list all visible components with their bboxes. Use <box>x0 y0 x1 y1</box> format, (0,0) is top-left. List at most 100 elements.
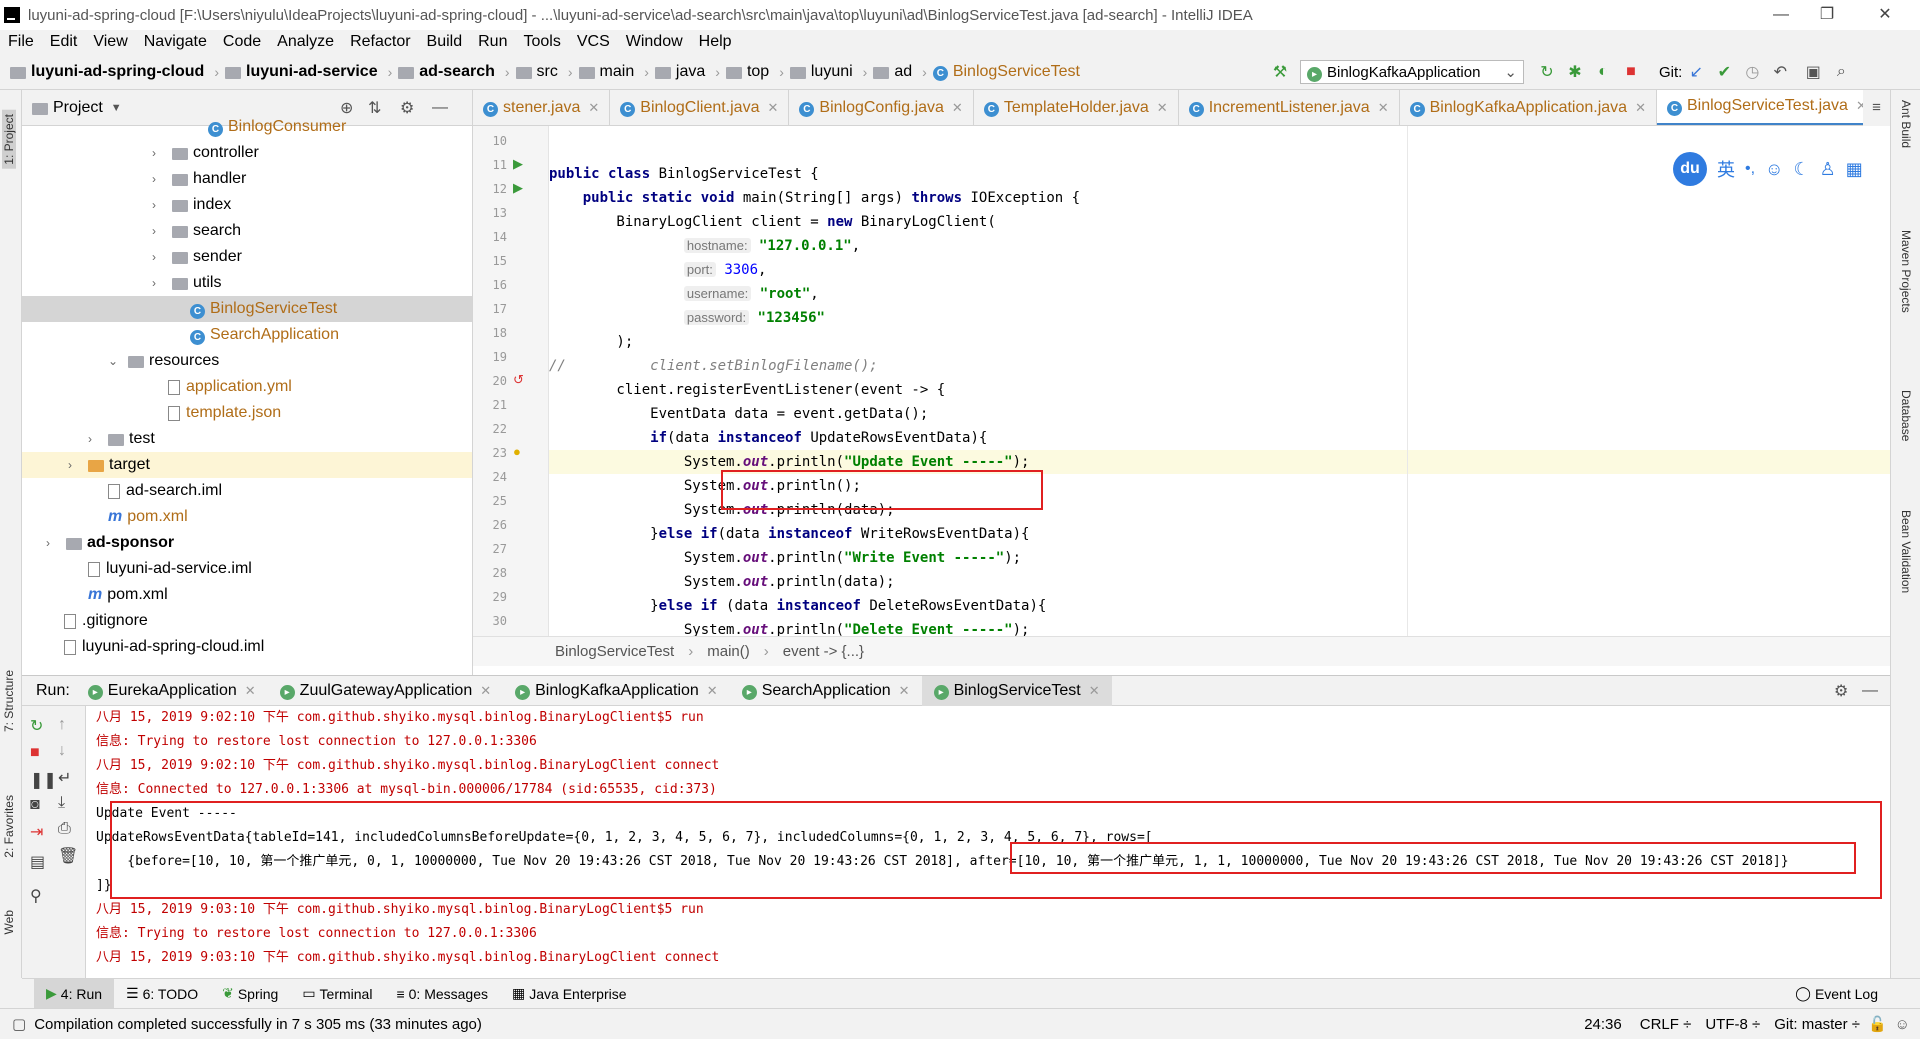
tree-item[interactable]: › utils <box>22 270 472 296</box>
close-tab-icon[interactable]: ✕ <box>1635 100 1646 116</box>
trash-icon[interactable]: 🗑 <box>58 846 78 866</box>
run-tab[interactable]: ▸ BinlogServiceTest ✕ <box>921 675 1112 706</box>
pin-icon[interactable]: ⚲ <box>30 886 42 906</box>
pause-icon[interactable]: ❚❚ <box>30 770 57 790</box>
crumb-ad[interactable]: ad <box>873 63 912 81</box>
tool-tab-project[interactable]: 1: Project <box>2 110 16 169</box>
tree-item[interactable]: m pom.xml <box>22 582 472 608</box>
lock-icon[interactable]: 🔓 <box>1868 1015 1887 1033</box>
lambda-gutter-icon[interactable]: ↺ <box>513 372 524 388</box>
run-config-select[interactable]: ▸ BinlogKafkaApplication ⌄ <box>1300 60 1524 84</box>
menu-edit[interactable]: Edit <box>42 33 86 51</box>
intention-bulb-icon[interactable]: ● <box>513 444 521 459</box>
ime-punct-icon[interactable]: •, <box>1745 160 1755 178</box>
tree-item[interactable]: m pom.xml <box>22 504 472 530</box>
tree-item[interactable]: .gitignore <box>22 608 472 634</box>
file-encoding[interactable]: UTF-8 ÷ <box>1705 1016 1760 1033</box>
menu-file[interactable]: File <box>0 33 42 51</box>
menu-refactor[interactable]: Refactor <box>342 33 418 51</box>
tree-item[interactable]: › test <box>22 426 472 452</box>
close-tab-icon[interactable]: ✕ <box>707 683 718 699</box>
exit-icon[interactable]: ⇥ <box>30 822 43 842</box>
crumb-file[interactable]: C BinlogServiceTest <box>932 63 1080 81</box>
tree-item[interactable]: C BinlogConsumer <box>22 114 472 140</box>
run-tab[interactable]: ▸ ZuulGatewayApplication ✕ <box>268 676 503 706</box>
tool-tab-event-log[interactable]: ◯ Event Log <box>1783 979 1890 1009</box>
menu-analyze[interactable]: Analyze <box>269 33 342 51</box>
ime-lang-toggle[interactable]: 英 <box>1717 156 1735 182</box>
debug-bug-icon[interactable]: ✱ <box>1564 61 1586 83</box>
menu-vcs[interactable]: VCS <box>569 33 618 51</box>
tool-tab-structure[interactable]: 7: Structure <box>2 670 16 732</box>
search-icon[interactable]: ⌕ <box>1830 61 1852 83</box>
scroll-to-end-icon[interactable]: ⤓ <box>58 794 65 812</box>
tree-item[interactable]: C BinlogServiceTest <box>22 296 472 322</box>
up-arrow-icon[interactable]: ↑ <box>58 716 66 734</box>
chevron-down-icon[interactable]: ▼ <box>111 102 122 114</box>
tree-expand-icon[interactable]: › <box>46 530 62 556</box>
tool-tab-web[interactable]: Web <box>2 910 16 934</box>
git-revert-icon[interactable]: ↶ <box>1769 61 1791 83</box>
tree-item[interactable]: › index <box>22 192 472 218</box>
tree-expand-icon[interactable]: › <box>152 192 168 218</box>
run-tab[interactable]: ▸ BinlogKafkaApplication ✕ <box>503 676 730 706</box>
layout-icon[interactable]: ▤ <box>30 852 45 872</box>
editor-tab[interactable]: C BinlogConfig.java ✕ <box>789 90 974 125</box>
camera-icon[interactable]: ◙ <box>30 796 40 814</box>
editor-tab[interactable]: C TemplateHolder.java ✕ <box>974 90 1179 125</box>
editor-crumb-method[interactable]: main() <box>707 643 750 660</box>
run-gutter-icon[interactable]: ▶ <box>513 180 523 196</box>
tree-item[interactable]: › search <box>22 218 472 244</box>
close-tab-icon[interactable]: ✕ <box>588 100 599 116</box>
tree-expand-icon[interactable]: › <box>68 452 84 478</box>
menu-tools[interactable]: Tools <box>515 33 568 51</box>
minimize-button[interactable]: — <box>1758 0 1804 30</box>
close-tab-icon[interactable]: ✕ <box>1089 683 1100 699</box>
tool-tab-bean-validation[interactable]: Bean Validation <box>1899 510 1913 593</box>
close-tab-icon[interactable]: ✕ <box>1378 100 1389 116</box>
editor-tab[interactable]: C BinlogClient.java ✕ <box>610 90 790 125</box>
tree-item[interactable]: › handler <box>22 166 472 192</box>
tree-item[interactable]: › target <box>22 452 472 478</box>
rerun-icon[interactable]: ↻ <box>1536 61 1558 83</box>
tool-tab-maven[interactable]: Maven Projects <box>1899 230 1913 313</box>
editor-crumb-class[interactable]: BinlogServiceTest <box>555 643 674 660</box>
menu-window[interactable]: Window <box>618 33 691 51</box>
run-tab[interactable]: ▸ EurekaApplication ✕ <box>76 676 268 706</box>
status-toggle-icon[interactable]: ▢ <box>12 1015 26 1033</box>
tool-tab-todo[interactable]: ☰ 6: TODO <box>114 979 210 1009</box>
crumb-top[interactable]: top <box>725 63 769 81</box>
coverage-icon[interactable]: ◐ <box>1592 61 1614 83</box>
git-history-icon[interactable]: ◷ <box>1741 61 1763 83</box>
run-settings-gear-icon[interactable]: ⚙ <box>1834 681 1848 701</box>
menu-run[interactable]: Run <box>470 33 515 51</box>
menu-build[interactable]: Build <box>419 33 471 51</box>
git-commit-icon[interactable]: ✔ <box>1713 61 1735 83</box>
ime-du-icon[interactable]: du <box>1673 152 1707 186</box>
tree-item[interactable]: › ad-sponsor <box>22 530 472 556</box>
menu-view[interactable]: View <box>85 33 135 51</box>
ime-moon-icon[interactable]: ☾ <box>1793 159 1809 180</box>
run-hide-icon[interactable]: — <box>1862 682 1878 700</box>
tree-expand-icon[interactable]: ⌄ <box>108 348 124 374</box>
stop-icon[interactable]: ■ <box>1620 61 1642 83</box>
tree-expand-icon[interactable]: › <box>152 270 168 296</box>
editor-tab[interactable]: Cstener.java ✕ <box>473 90 611 125</box>
down-arrow-icon[interactable]: ↓ <box>58 742 66 760</box>
close-tab-icon[interactable]: ✕ <box>245 683 256 699</box>
git-branch[interactable]: Git: master ÷ <box>1774 1016 1860 1033</box>
line-separator[interactable]: CRLF ÷ <box>1640 1016 1692 1033</box>
rerun-icon[interactable]: ↻ <box>30 716 43 736</box>
ime-user-icon[interactable]: ♙ <box>1820 159 1836 180</box>
tree-expand-icon[interactable]: › <box>152 218 168 244</box>
tree-expand-icon[interactable]: › <box>88 426 104 452</box>
tool-tab-database[interactable]: Database <box>1899 390 1913 441</box>
hector-icon[interactable]: ☺ <box>1895 1016 1910 1033</box>
tree-item[interactable]: luyuni-ad-service.iml <box>22 556 472 582</box>
ime-emoji-icon[interactable]: ☺ <box>1765 159 1783 180</box>
crumb-luyuni[interactable]: luyuni <box>789 63 853 81</box>
editor-tab[interactable]: C BinlogServiceTest.java ✕ <box>1656 90 1878 125</box>
menu-navigate[interactable]: Navigate <box>136 33 215 51</box>
tool-tab-terminal[interactable]: ▭ Terminal <box>290 979 384 1009</box>
print-icon[interactable]: ⎙ <box>58 820 71 838</box>
